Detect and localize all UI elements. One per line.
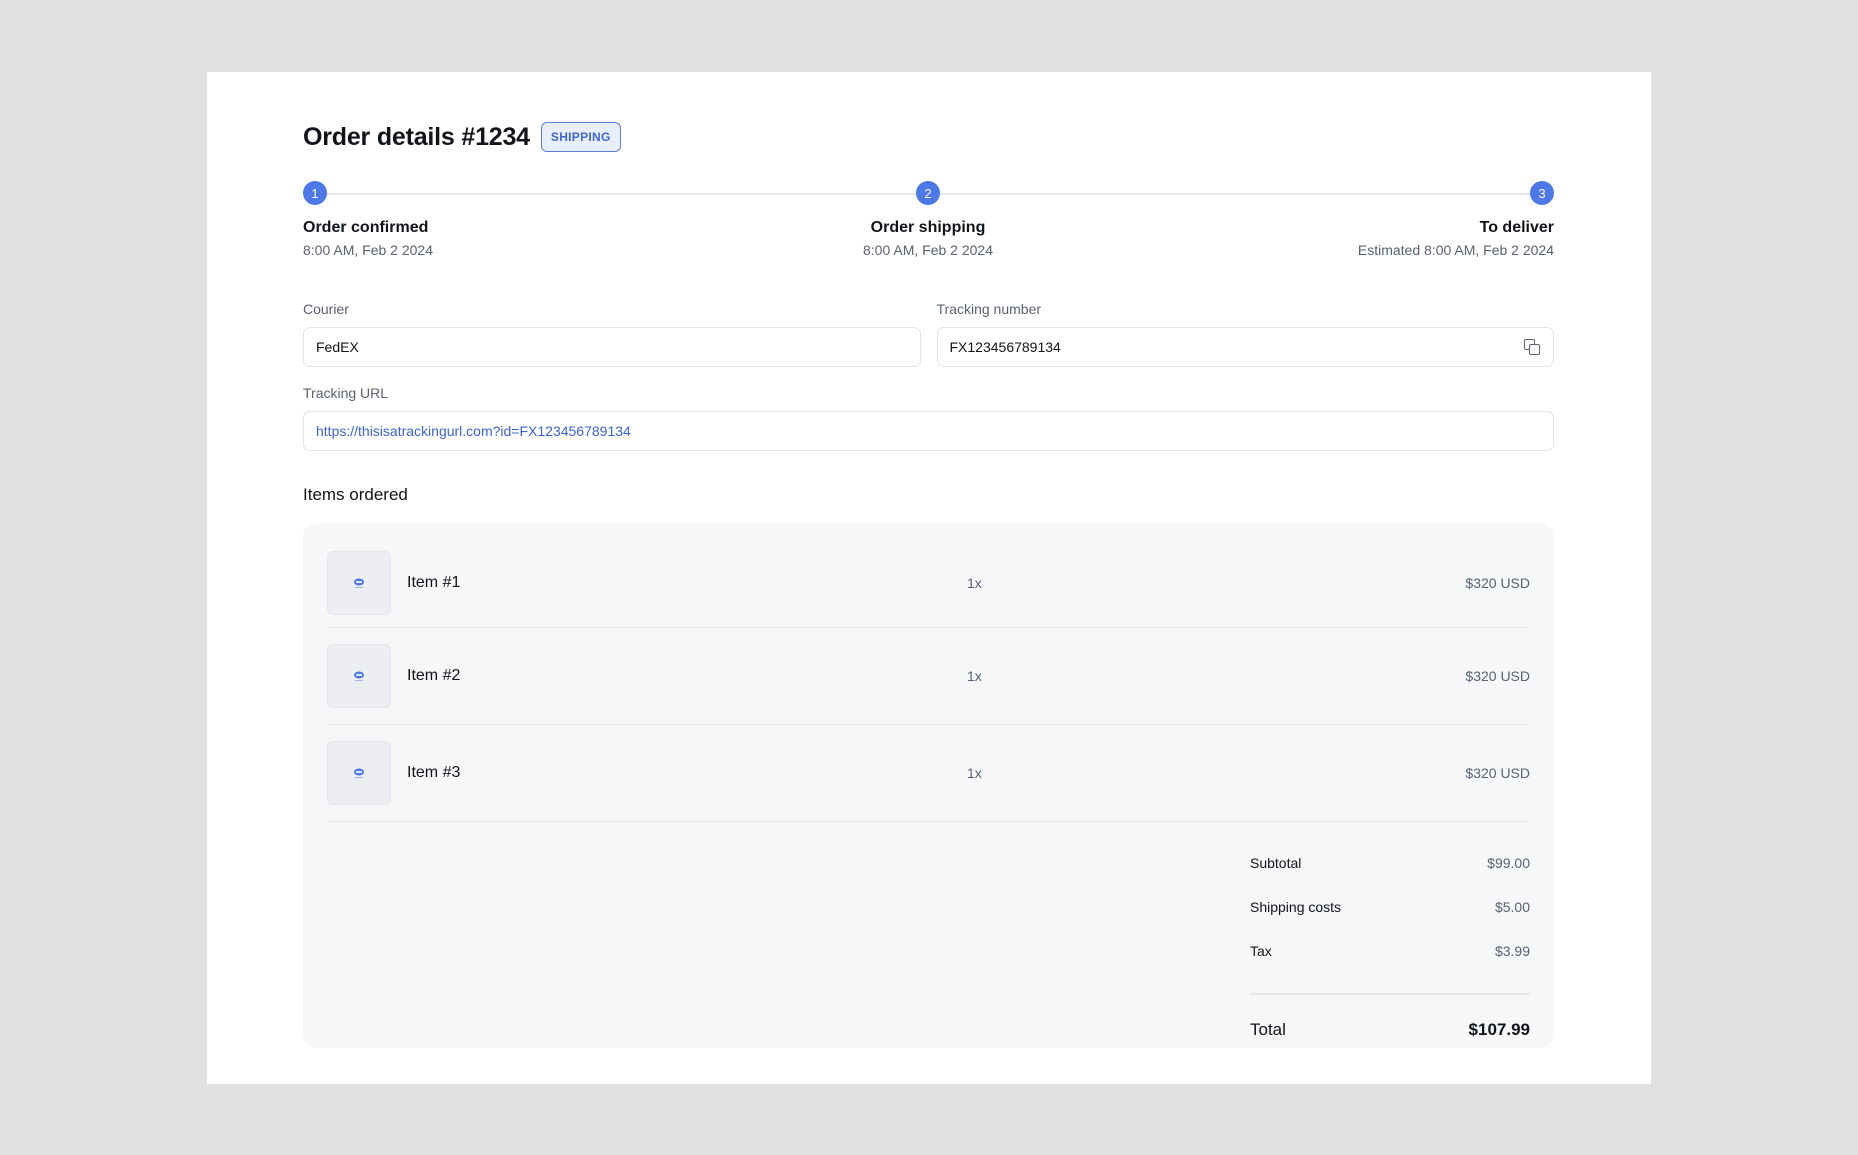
totals-divider [1250, 993, 1530, 995]
tracking-url-link[interactable]: https://thisisatrackingurl.com?id=FX1234… [316, 423, 1541, 439]
item-price: $320 USD [1465, 765, 1530, 781]
shipping-costs-value: $5.00 [1494, 899, 1530, 915]
items-ordered-panel: Item #1 1x $320 USD Item #2 1x $320 USD … [303, 523, 1554, 1048]
step-1-indicator: 1 [303, 181, 327, 205]
item-quantity: 1x [967, 575, 982, 591]
tax-row: Tax $3.99 [1250, 929, 1530, 973]
subtotal-row: Subtotal $99.00 [1250, 841, 1530, 885]
total-row: Total $107.99 [1250, 1020, 1530, 1040]
step-2-label: Order shipping [870, 219, 986, 236]
tracking-number-field-group: Tracking number FX123456789134 [936, 301, 1554, 367]
image-placeholder-icon [327, 551, 391, 615]
list-item: Item #1 1x $320 USD [327, 539, 1530, 628]
tracking-number-label: Tracking number [936, 301, 1042, 317]
courier-field-group: Courier FedEX [303, 301, 921, 367]
shipping-costs-row: Shipping costs $5.00 [1250, 885, 1530, 929]
item-price: $320 USD [1465, 575, 1530, 591]
total-value: $107.99 [1468, 1019, 1530, 1039]
step-2-indicator: 2 [916, 181, 940, 205]
step-3-label: To deliver [1479, 219, 1554, 236]
tax-label: Tax [1250, 943, 1272, 959]
image-placeholder-icon [327, 644, 391, 708]
tracking-url-label: Tracking URL [303, 385, 389, 401]
subtotal-label: Subtotal [1250, 855, 1302, 871]
item-name: Item #2 [407, 667, 461, 684]
step-1-time: 8:00 AM, Feb 2 2024 [303, 242, 433, 258]
item-price: $320 USD [1465, 668, 1530, 684]
list-item: Item #2 1x $320 USD [327, 628, 1530, 725]
step-1-label: Order confirmed [303, 219, 429, 236]
step-2-time: 8:00 AM, Feb 2 2024 [863, 242, 993, 258]
order-totals: Subtotal $99.00 Shipping costs $5.00 Tax… [1250, 841, 1530, 1040]
step-3-time: Estimated 8:00 AM, Feb 2 2024 [1357, 242, 1554, 258]
list-item: Item #3 1x $320 USD [327, 725, 1530, 822]
items-ordered-heading: Items ordered [303, 485, 408, 504]
tracking-url-field[interactable]: https://thisisatrackingurl.com?id=FX1234… [303, 411, 1554, 451]
item-name: Item #1 [407, 574, 461, 591]
item-quantity: 1x [967, 765, 982, 781]
tracking-number-value: FX123456789134 [949, 339, 1061, 355]
order-details-card: Order details #1234 SHIPPING 1 2 3 Order… [207, 72, 1651, 1084]
copy-icon[interactable] [1523, 338, 1541, 356]
total-label: Total [1250, 1019, 1286, 1039]
courier-label: Courier [303, 301, 349, 317]
image-placeholder-icon [327, 741, 391, 805]
step-3-indicator: 3 [1530, 181, 1554, 205]
shipping-costs-label: Shipping costs [1250, 899, 1342, 915]
tracking-number-field[interactable]: FX123456789134 [936, 327, 1554, 367]
subtotal-value: $99.00 [1487, 855, 1530, 871]
order-details-content: Order details #1234 SHIPPING 1 2 3 Order… [303, 121, 1554, 1048]
tracking-url-field-group: Tracking URL https://thisisatrackingurl.… [303, 385, 1554, 451]
tax-value: $3.99 [1494, 943, 1530, 959]
courier-field[interactable]: FedEX [303, 327, 921, 367]
item-name: Item #3 [407, 764, 461, 781]
order-progress-stepper: 1 2 3 Order confirmed 8:00 AM, Feb 2 202… [303, 181, 1554, 261]
status-badge: SHIPPING [540, 122, 621, 152]
courier-value: FedEX [316, 339, 359, 355]
item-quantity: 1x [967, 668, 982, 684]
shipping-fields-row: Courier FedEX Tracking number FX12345678… [303, 301, 1554, 367]
page-title: Order details #1234 [303, 122, 530, 151]
order-header: Order details #1234 SHIPPING [303, 121, 1554, 153]
